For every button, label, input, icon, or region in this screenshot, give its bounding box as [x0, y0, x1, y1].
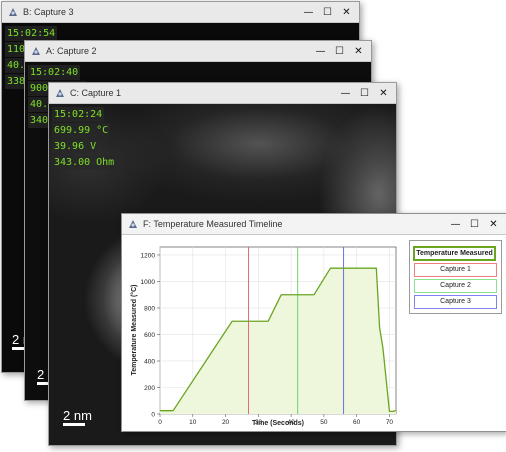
overlay-timestamp: 15:02:40	[28, 65, 81, 80]
app-icon	[9, 8, 17, 16]
maximize-button[interactable]: ☐	[318, 2, 337, 22]
minimize-button[interactable]: —	[299, 2, 318, 22]
app-icon	[32, 47, 40, 55]
x-tick-label: 0	[158, 419, 162, 426]
window-title: F: Temperature Measured Timeline	[143, 219, 283, 229]
app-icon	[129, 220, 137, 228]
maximize-button[interactable]: ☐	[330, 41, 349, 61]
legend-item-capture-1[interactable]: Capture 1	[414, 263, 497, 277]
y-tick-label: 0	[151, 411, 155, 418]
minimize-button[interactable]: —	[446, 214, 465, 234]
overlay-timestamp: 15:02:24	[52, 107, 105, 122]
app-icon	[56, 89, 64, 97]
window-titlebar[interactable]: B: Capture 3 — ☐ ✕	[2, 2, 359, 23]
x-tick-label: 30	[255, 419, 263, 426]
x-tick-label: 60	[353, 419, 361, 426]
close-button[interactable]: ✕	[349, 41, 368, 61]
overlay-voltage: 39.96 V	[52, 139, 99, 154]
legend-item-capture-3[interactable]: Capture 3	[414, 295, 497, 309]
legend-item-temperature-measured[interactable]: Temperature Measured	[413, 246, 496, 261]
x-tick-label: 70	[386, 419, 394, 426]
minimize-button[interactable]: —	[336, 83, 355, 103]
y-tick-label: 1200	[141, 252, 156, 259]
capture-overlay: 15:02:24 699.99 °C 39.96 V 343.00 Ohm	[52, 107, 117, 171]
y-tick-label: 200	[144, 385, 155, 392]
maximize-button[interactable]: ☐	[355, 83, 374, 103]
window-title: B: Capture 3	[23, 7, 74, 17]
window-titlebar[interactable]: A: Capture 2 — ☐ ✕	[25, 41, 371, 62]
minimize-button[interactable]: —	[311, 41, 330, 61]
temperature-chart[interactable]: Temperature Measured (°C) Time (Seconds)…	[124, 235, 408, 431]
close-button[interactable]: ✕	[337, 2, 356, 22]
overlay-temperature: 699.99 °C	[52, 123, 111, 138]
temperature-timeline-window[interactable]: F: Temperature Measured Timeline — ☐ ✕ T…	[121, 213, 506, 432]
x-tick-label: 10	[189, 419, 197, 426]
scale-bar-label: 2 nm	[63, 408, 92, 423]
window-titlebar[interactable]: C: Capture 1 — ☐ ✕	[49, 83, 396, 104]
y-axis-label: Temperature Measured (°C)	[130, 285, 138, 376]
close-button[interactable]: ✕	[484, 214, 503, 234]
x-tick-label: 40	[287, 419, 295, 426]
x-tick-label: 50	[320, 419, 328, 426]
close-button[interactable]: ✕	[374, 83, 393, 103]
overlay-resistance: 343.00 Ohm	[52, 155, 117, 170]
y-tick-label: 800	[144, 305, 155, 312]
window-title: A: Capture 2	[46, 46, 97, 56]
legend-item-capture-2[interactable]: Capture 2	[414, 279, 497, 293]
y-tick-label: 600	[144, 332, 155, 339]
chart-legend: Temperature Measured Capture 1 Capture 2…	[409, 240, 502, 314]
window-title: C: Capture 1	[70, 88, 122, 98]
x-tick-label: 20	[222, 419, 230, 426]
y-tick-label: 1000	[141, 279, 156, 286]
scale-bar: 2 nm	[63, 408, 92, 426]
y-tick-label: 400	[144, 358, 155, 365]
window-titlebar[interactable]: F: Temperature Measured Timeline — ☐ ✕	[122, 214, 506, 235]
overlay-timestamp: 15:02:54	[5, 26, 58, 41]
maximize-button[interactable]: ☐	[465, 214, 484, 234]
